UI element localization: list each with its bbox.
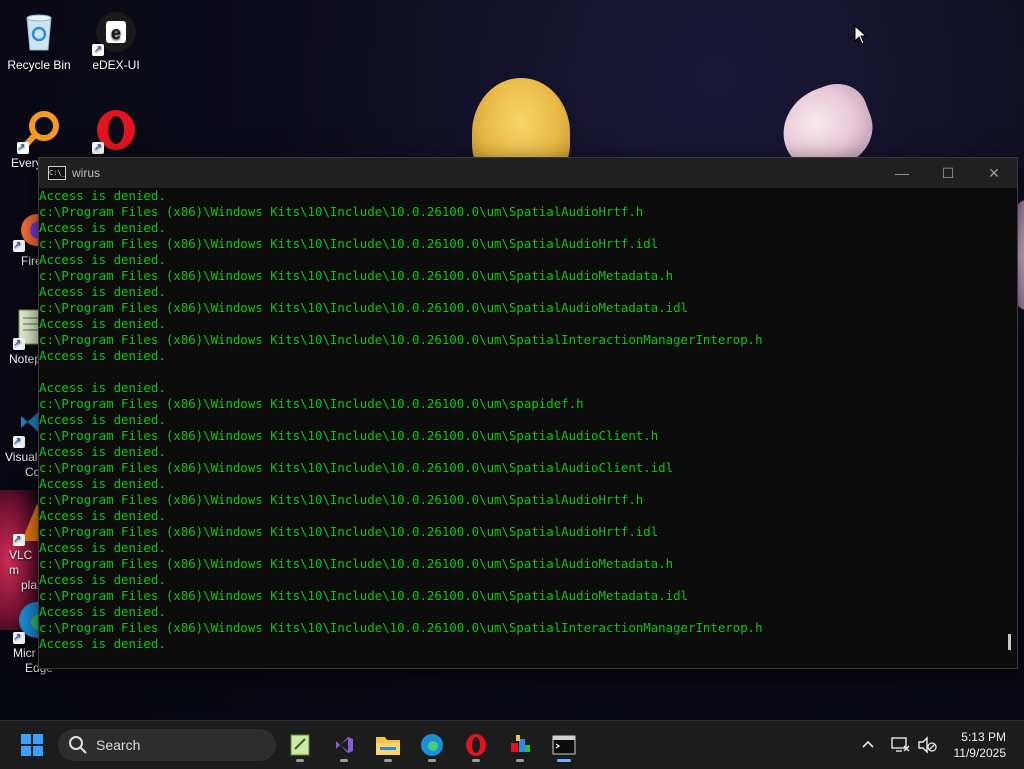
mouse-cursor-icon [854,25,868,45]
edex-ui-icon: e ↗ [92,10,138,56]
console-line: Access is denied. [39,348,166,363]
running-indicator [340,759,348,762]
search-label: Search [96,737,141,753]
taskbar-app-paint[interactable] [501,727,539,763]
taskbar-app-visual-studio[interactable] [325,727,363,763]
console-line: c:\Program Files (x86)\Windows Kits\10\I… [39,588,689,603]
console-line: Access is denied. [39,380,166,395]
shortcut-arrow-icon: ↗ [13,534,25,546]
desktop-icon-opera[interactable]: ↗ [78,102,154,156]
console-line: Access is denied. [39,572,166,587]
taskbar-app-opera[interactable] [457,727,495,763]
taskbar-app-notepad[interactable] [281,727,319,763]
minimize-button[interactable]: — [879,158,925,188]
volume-button[interactable] [917,721,937,769]
taskbar-app-edge[interactable] [413,727,451,763]
notepad-icon [290,734,310,756]
running-indicator [296,759,304,762]
console-line: c:\Program Files (x86)\Windows Kits\10\I… [39,204,644,219]
console-line: Access is denied. [39,604,166,619]
file-explorer-icon [376,737,400,755]
console-app-icon: C:\_ [48,166,66,180]
visual-studio-icon [336,737,353,753]
shortcut-arrow-icon: ↗ [17,142,29,154]
opera-icon: ↗ [92,108,138,154]
console-line: c:\Program Files (x86)\Windows Kits\10\I… [39,428,659,443]
taskbar-app-terminal[interactable] [545,727,583,763]
clock-date: 11/9/2025 [953,746,1007,760]
taskbar-app-file-explorer[interactable] [369,727,407,763]
everything-search-icon: ↗ [17,108,63,154]
console-line: c:\Program Files (x86)\Windows Kits\10\I… [39,460,674,475]
network-icon [891,737,910,752]
console-line: Access is denied. [39,540,166,555]
desktop-icon-edex-ui[interactable]: e ↗ eDEX-UI [78,4,154,73]
running-indicator [472,759,480,762]
network-status-button[interactable] [890,721,910,769]
console-line: c:\Program Files (x86)\Windows Kits\10\I… [39,620,763,635]
console-line: c:\Program Files (x86)\Windows Kits\10\I… [39,556,674,571]
window-title: wirus [72,166,101,180]
tray-overflow-button[interactable] [860,721,876,769]
console-line: c:\Program Files (x86)\Windows Kits\10\I… [39,268,674,283]
console-line: Access is denied. [39,316,166,331]
shortcut-arrow-icon: ↗ [13,632,25,644]
console-line: Access is denied. [39,636,166,651]
edge-icon [421,734,443,756]
taskbar-search-box[interactable]: Search [58,729,276,761]
close-button[interactable]: ✕ [971,158,1017,188]
console-line: c:\Program Files (x86)\Windows Kits\10\I… [39,524,659,539]
console-line: Access is denied. [39,252,166,267]
console-line: Access is denied. [39,220,166,235]
shortcut-arrow-icon: ↗ [92,142,104,154]
taskbar: Search 5:13 PM 11/9/2025 [0,720,1024,769]
console-line: Access is denied. [39,412,166,427]
desktop-icon-recycle-bin[interactable]: Recycle Bin [1,4,77,73]
start-button[interactable] [13,727,51,763]
shortcut-arrow-icon: ↗ [13,338,25,350]
clock-time: 5:13 PM [961,730,1006,744]
console-line: c:\Program Files (x86)\Windows Kits\10\I… [39,396,584,411]
taskbar-clock[interactable]: 5:13 PM 11/9/2025 [954,729,1007,761]
maximize-button[interactable]: ☐ [925,158,971,188]
svg-text:e: e [111,23,121,43]
desktop-icon-label: eDEX-UI [92,58,140,72]
console-line: c:\Program Files (x86)\Windows Kits\10\I… [39,492,644,507]
console-window[interactable]: C:\_ wirus — ☐ ✕ Access is denied. c:\Pro… [38,157,1018,669]
paint-app-icon [511,735,530,752]
running-indicator [516,759,524,762]
terminal-icon [552,735,576,755]
running-indicator [428,759,436,762]
active-indicator [557,759,571,762]
console-line: Access is denied. [39,508,166,523]
console-scrollbar[interactable] [1008,634,1011,650]
console-line: Access is denied. [39,476,166,491]
console-line: c:\Program Files (x86)\Windows Kits\10\I… [39,332,763,347]
shortcut-arrow-icon: ↗ [13,240,25,252]
shortcut-arrow-icon: ↗ [13,436,25,448]
console-line: Access is denied. [39,188,166,203]
window-titlebar[interactable]: C:\_ wirus — ☐ ✕ [39,158,1017,188]
running-indicator [384,759,392,762]
start-icon [21,734,43,756]
speaker-muted-icon [918,736,937,754]
console-line: c:\Program Files (x86)\Windows Kits\10\I… [39,300,689,315]
recycle-bin-icon [17,10,61,54]
console-line: Access is denied. [39,444,166,459]
desktop-icon-label: Recycle Bin [7,58,71,72]
opera-icon [466,734,486,756]
console-line: c:\Program Files (x86)\Windows Kits\10\I… [39,236,659,251]
search-icon [68,735,88,755]
shortcut-arrow-icon: ↗ [92,44,104,56]
console-line: Access is denied. [39,284,166,299]
console-output[interactable]: Access is denied. c:\Program Files (x86)\… [39,188,1003,668]
chevron-up-icon [862,740,874,748]
